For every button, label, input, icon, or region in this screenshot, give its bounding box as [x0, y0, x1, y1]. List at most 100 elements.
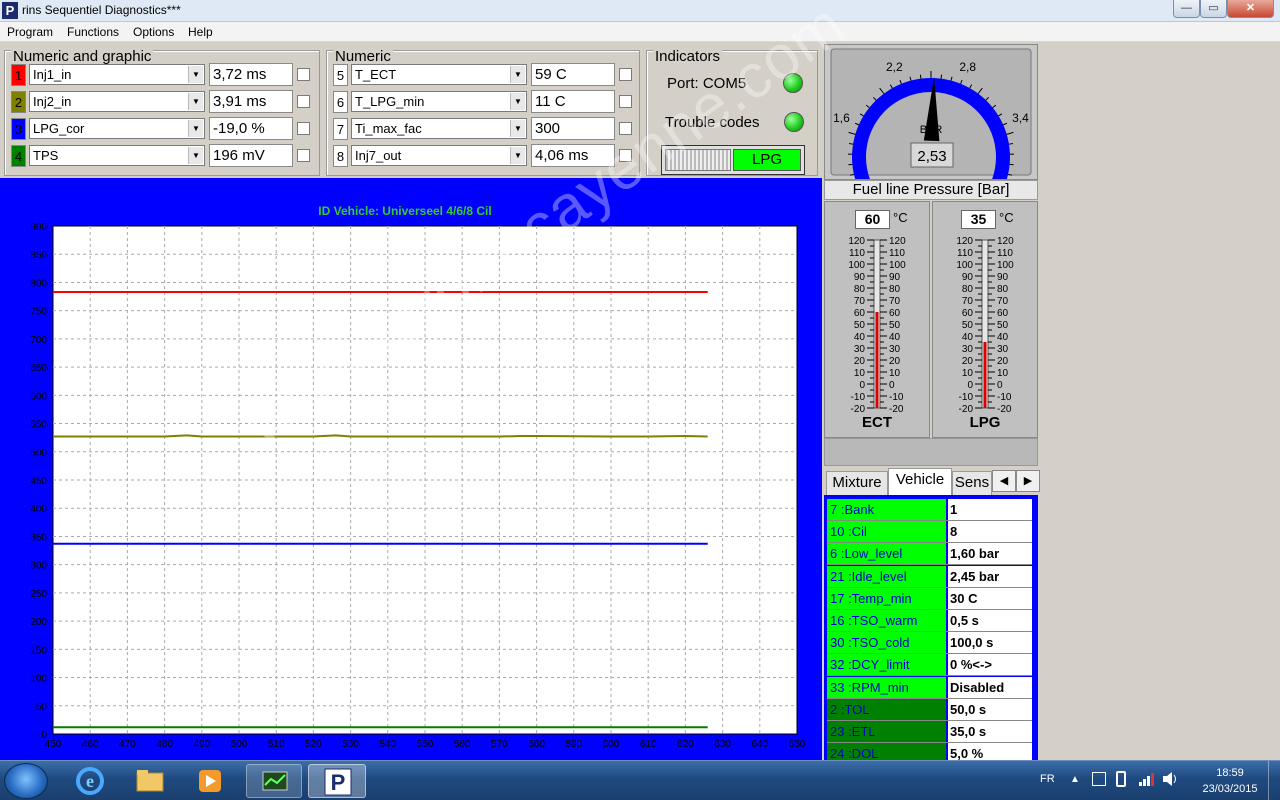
clock-date[interactable]: 23/03/2015	[1195, 783, 1265, 795]
chevron-down-icon[interactable]: ▼	[510, 120, 525, 137]
channel-select-4[interactable]: TPS ▼	[29, 145, 205, 166]
thermo-scale-label-right: 90	[889, 272, 901, 283]
menu-help[interactable]: Help	[188, 25, 213, 39]
volume-icon[interactable]	[1162, 771, 1178, 787]
table-row[interactable]: 23 :ETL 35,0 s	[827, 721, 1032, 743]
param-name: 23 :ETL	[827, 721, 946, 742]
thermo-mercury	[875, 312, 879, 408]
channel-checkbox-1[interactable]	[297, 68, 310, 81]
chevron-down-icon[interactable]: ▼	[188, 93, 203, 110]
x-tick-label: 460	[82, 739, 99, 750]
param-name: 17 :Temp_min	[827, 587, 946, 609]
channel-checkbox-6[interactable]	[619, 95, 632, 108]
close-button[interactable]: ✕	[1227, 0, 1274, 18]
channel-checkbox-3[interactable]	[297, 122, 310, 135]
thermo-scale-label-left: 80	[854, 284, 866, 295]
channel-checkbox-5[interactable]	[619, 68, 632, 81]
tab-next-icon[interactable]: ▶	[1016, 470, 1040, 492]
chevron-down-icon[interactable]: ▼	[188, 147, 203, 164]
channel-number-1: 1	[11, 64, 26, 86]
chevron-down-icon[interactable]: ▼	[510, 66, 525, 83]
table-row[interactable]: 10 :Cil 8	[827, 521, 1032, 544]
param-value: 0,5 s	[948, 610, 1032, 631]
channel-select-2[interactable]: Inj2_in ▼	[29, 91, 205, 112]
channel-checkbox-4[interactable]	[297, 149, 310, 162]
tray-expand-icon[interactable]: ▲	[1070, 774, 1080, 785]
tab-vehicle[interactable]: Vehicle	[888, 468, 952, 495]
x-tick-label: 580	[528, 739, 545, 750]
table-row[interactable]: 21 :Idle_level 2,45 bar	[827, 565, 1032, 588]
channel-select-5[interactable]: T_ECT ▼	[351, 64, 527, 85]
thermo-scale-label-left: 0	[859, 380, 865, 391]
clock-time[interactable]: 18:59	[1195, 767, 1265, 779]
chevron-down-icon[interactable]: ▼	[188, 66, 203, 83]
table-row[interactable]: 33 :RPM_min Disabled	[827, 676, 1032, 699]
channel-select-1[interactable]: Inj1_in ▼	[29, 64, 205, 85]
channel-select-3[interactable]: LPG_cor ▼	[29, 118, 205, 139]
chevron-down-icon[interactable]: ▼	[188, 120, 203, 137]
menu-program[interactable]: Program	[7, 25, 53, 39]
thermo-scale-label-left: 20	[962, 356, 974, 367]
start-button-icon[interactable]	[4, 763, 48, 799]
param-name: 32 :DCY_limit	[827, 654, 946, 676]
diagnostic-monitor-taskbar-icon[interactable]	[246, 764, 302, 798]
tab-prev-icon[interactable]: ◀	[992, 470, 1016, 492]
gauge-tick	[940, 74, 943, 79]
table-row[interactable]: 2 :TOL 50,0 s	[827, 698, 1032, 721]
media-player-icon[interactable]	[188, 764, 232, 798]
channel-select-label: Inj2_in	[33, 94, 72, 109]
tab-sens[interactable]: Sens	[952, 471, 992, 495]
menu-functions[interactable]: Functions	[67, 25, 119, 39]
language-indicator[interactable]: FR	[1040, 773, 1055, 785]
action-center-icon[interactable]	[1092, 772, 1106, 786]
chart-title: ID Vehicle: Universeel 4/6/8 Cil	[318, 204, 491, 218]
chart-area: ID Vehicle: Universeel 4/6/8 Cil 450 460 47…	[0, 178, 822, 760]
channel-select-label: Inj7_out	[355, 148, 402, 163]
table-row[interactable]: 6 :Low_level 1,60 bar	[827, 543, 1032, 566]
param-name: 7 :Bank	[827, 499, 946, 520]
y-tick-label: 750	[30, 307, 47, 318]
thermo-mercury	[983, 342, 987, 408]
battery-icon[interactable]	[1116, 771, 1126, 787]
chevron-down-icon[interactable]: ▼	[510, 93, 525, 110]
lpg-button[interactable]: LPG	[733, 149, 801, 171]
app-logo-icon: P	[2, 2, 18, 19]
panel-scrollbar[interactable]	[824, 438, 1038, 466]
y-tick-label: 600	[30, 391, 47, 402]
menu-options[interactable]: Options	[133, 25, 174, 39]
thermo-scale-label-right: 100	[997, 260, 1014, 271]
internet-explorer-icon[interactable]: e	[68, 764, 112, 798]
channel-select-7[interactable]: Ti_max_fac ▼	[351, 118, 527, 139]
minimize-button[interactable]: —	[1173, 0, 1200, 18]
channel-select-6[interactable]: T_LPG_min ▼	[351, 91, 527, 112]
y-tick-label: 50	[36, 702, 48, 713]
param-name: 6 :Low_level	[827, 543, 946, 565]
channel-select-8[interactable]: Inj7_out ▼	[351, 145, 527, 166]
thermo-scale-label-left: 120	[956, 236, 973, 247]
thermo-scale-label-left: 0	[967, 380, 973, 391]
network-icon[interactable]	[1138, 771, 1154, 787]
thermo-scale-label-left: 100	[956, 260, 973, 271]
thermo-scale-label-left: -20	[851, 404, 866, 414]
channel-checkbox-2[interactable]	[297, 95, 310, 108]
chevron-down-icon[interactable]: ▼	[510, 147, 525, 164]
thermo-scale-label-right: 60	[889, 308, 901, 319]
thermo-scale-label-left: 60	[962, 308, 974, 319]
table-row[interactable]: 32 :DCY_limit 0 %<->	[827, 654, 1032, 677]
thermo-scale-label-right: 70	[997, 296, 1009, 307]
channel-number-4: 4	[11, 145, 26, 167]
ect-temp-unit: °C	[893, 210, 908, 225]
table-row[interactable]: 16 :TSO_warm 0,5 s	[827, 610, 1032, 632]
file-explorer-icon[interactable]	[128, 764, 172, 798]
show-desktop-button[interactable]	[1268, 761, 1280, 800]
maximize-button[interactable]: ▭	[1200, 0, 1227, 18]
channel-value-1: 3,72 ms	[209, 63, 293, 86]
table-row[interactable]: 30 :TSO_cold 100,0 s	[827, 632, 1032, 655]
prins-app-taskbar-icon[interactable]: P	[308, 764, 366, 798]
table-row[interactable]: 7 :Bank 1	[827, 499, 1032, 521]
table-row[interactable]: 17 :Temp_min 30 C	[827, 587, 1032, 610]
tab-mixture[interactable]: Mixture	[826, 471, 888, 495]
thermo-scale-label-right: -20	[889, 404, 904, 414]
y-tick-label: 200	[30, 617, 47, 628]
thermo-scale-label-right: 110	[889, 248, 905, 259]
